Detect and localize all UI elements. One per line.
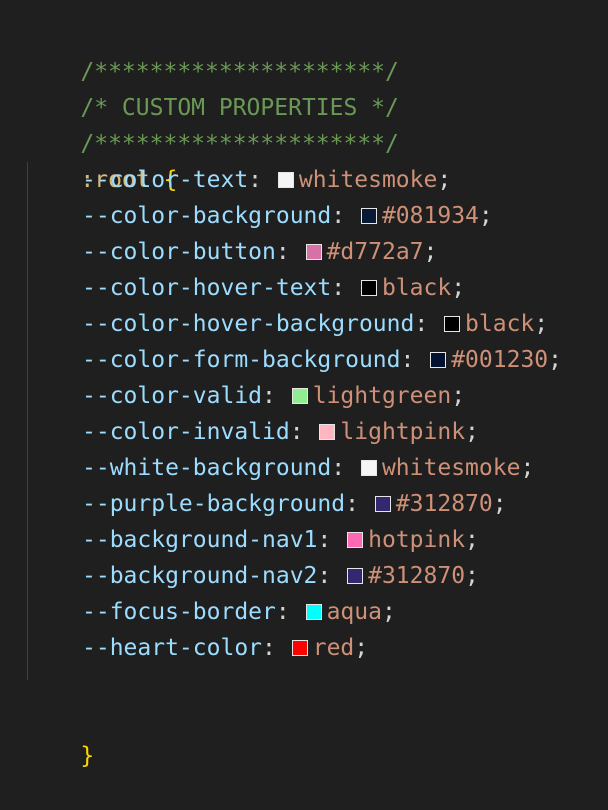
semicolon: ; <box>492 491 507 517</box>
semicolon: ; <box>451 275 466 301</box>
semicolon: ; <box>381 599 396 625</box>
declaration-line[interactable]: --color-hover-background: black; <box>82 306 548 342</box>
property-name: --purple-background <box>82 491 346 517</box>
semicolon: ; <box>465 563 479 589</box>
property-value: red <box>312 635 355 661</box>
color-swatch-icon[interactable] <box>360 280 377 296</box>
color-swatch-icon[interactable] <box>291 640 308 656</box>
property-value: lightgreen <box>312 383 452 409</box>
declaration-line[interactable]: --color-hover-text: black; <box>82 270 465 306</box>
color-swatch-icon[interactable] <box>347 532 364 548</box>
colon: : <box>262 383 290 409</box>
property-value: #081934 <box>381 203 479 229</box>
colon: : <box>248 167 276 193</box>
color-swatch-icon[interactable] <box>319 424 336 440</box>
property-value: lightpink <box>340 419 466 445</box>
declaration-line[interactable]: --background-nav1: hotpink; <box>82 522 479 558</box>
code-editor[interactable]: /*********************/ /* CUSTOM PROPER… <box>0 0 608 776</box>
property-value: whitesmoke <box>381 455 521 481</box>
selector-line[interactable]: :root { <box>25 126 177 193</box>
colon: : <box>317 527 346 553</box>
declaration-line[interactable]: --heart-color: red; <box>82 630 368 666</box>
property-value: black <box>381 275 452 301</box>
property-value: black <box>465 311 535 337</box>
declaration-line[interactable]: --color-form-background: #001230; <box>82 342 562 378</box>
indent-guide <box>27 162 28 680</box>
property-name: --focus-border <box>82 599 276 625</box>
comment-line-title[interactable]: /* CUSTOM PROPERTIES */ <box>25 54 399 121</box>
colon: : <box>400 347 429 373</box>
declaration-line[interactable]: --color-button: #d772a7; <box>82 234 437 270</box>
property-name: --color-background <box>82 203 332 229</box>
comment-line-top[interactable]: /*********************/ <box>25 18 399 85</box>
property-name: --color-hover-background <box>82 311 415 337</box>
color-swatch-icon[interactable] <box>291 388 308 404</box>
color-swatch-icon[interactable] <box>347 568 364 584</box>
color-swatch-icon[interactable] <box>444 316 461 332</box>
property-value: whitesmoke <box>298 167 438 193</box>
color-swatch-icon[interactable] <box>277 172 294 188</box>
declaration-line[interactable]: --purple-background: #312870; <box>82 486 507 522</box>
color-swatch-icon[interactable] <box>430 352 447 368</box>
colon: : <box>262 635 290 661</box>
property-name: --background-nav2 <box>82 563 318 589</box>
colon: : <box>414 311 443 337</box>
colon: : <box>275 599 304 625</box>
property-value: aqua <box>326 599 382 625</box>
property-name: --color-form-background <box>82 347 401 373</box>
semicolon: ; <box>437 167 452 193</box>
declaration-line[interactable]: --color-text: whitesmoke; <box>82 162 451 198</box>
color-swatch-icon[interactable] <box>374 496 391 512</box>
property-value: #d772a7 <box>326 239 424 265</box>
declaration-line[interactable]: --focus-border: aqua; <box>82 594 396 630</box>
property-name: --color-text <box>82 167 249 193</box>
colon: : <box>345 491 373 517</box>
colon: : <box>331 203 359 229</box>
semicolon: ; <box>465 419 479 445</box>
property-name: --color-valid <box>82 383 263 409</box>
comment-line-bottom[interactable]: /*********************/ <box>25 90 399 157</box>
close-brace: } <box>80 743 95 769</box>
semicolon: ; <box>534 311 549 337</box>
semicolon: ; <box>478 203 493 229</box>
declaration-line[interactable]: --background-nav2: #312870; <box>82 558 479 594</box>
semicolon: ; <box>354 635 369 661</box>
semicolon: ; <box>520 455 535 481</box>
colon: : <box>317 563 346 589</box>
color-swatch-icon[interactable] <box>305 244 322 260</box>
semicolon: ; <box>465 527 479 553</box>
property-name: --color-button <box>82 239 276 265</box>
colon: : <box>289 419 318 445</box>
property-name: --white-background <box>82 455 332 481</box>
color-swatch-icon[interactable] <box>305 604 322 620</box>
color-swatch-icon[interactable] <box>360 208 377 224</box>
close-line[interactable]: } <box>25 702 94 769</box>
colon: : <box>275 239 304 265</box>
semicolon: ; <box>451 383 466 409</box>
property-value: hotpink <box>368 527 466 553</box>
semicolon: ; <box>548 347 562 373</box>
property-name: --color-hover-text <box>82 275 332 301</box>
property-value: #312870 <box>368 563 466 589</box>
colon: : <box>331 455 359 481</box>
colon: : <box>331 275 359 301</box>
semicolon: ; <box>423 239 438 265</box>
property-name: --heart-color <box>82 635 263 661</box>
declaration-line[interactable]: --color-background: #081934; <box>82 198 493 234</box>
property-name: --color-invalid <box>82 419 290 445</box>
color-swatch-icon[interactable] <box>360 460 377 476</box>
declaration-line[interactable]: --white-background: whitesmoke; <box>82 450 534 486</box>
property-value: #001230 <box>451 347 549 373</box>
declaration-line[interactable]: --color-valid: lightgreen; <box>82 378 465 414</box>
property-name: --background-nav1 <box>82 527 318 553</box>
declaration-line[interactable]: --color-invalid: lightpink; <box>82 414 479 450</box>
property-value: #312870 <box>395 491 493 517</box>
